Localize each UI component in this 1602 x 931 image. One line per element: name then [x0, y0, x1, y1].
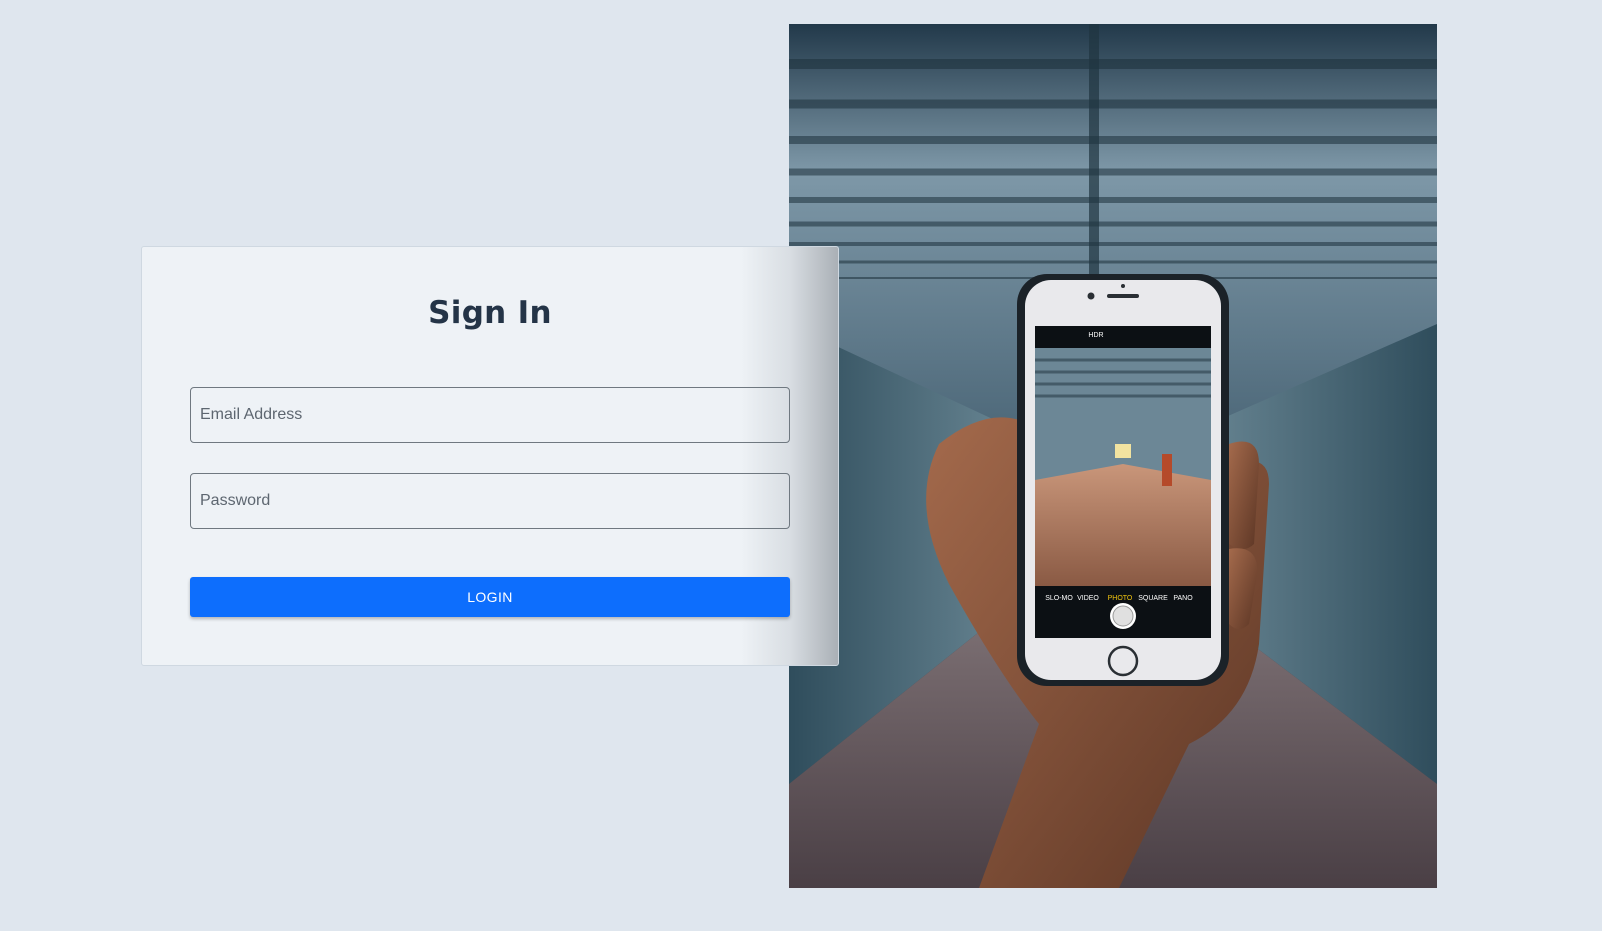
login-button[interactable]: LOGIN — [190, 577, 790, 617]
page-title: Sign In — [428, 295, 552, 331]
camera-mode-video: VIDEO — [1077, 595, 1099, 602]
hand-holding-phone-illustration: HDR SLO-MO VIDEO PHOTO SQUARE PANO — [789, 24, 1437, 888]
camera-hdr-label: HDR — [1088, 332, 1103, 339]
camera-mode-square: SQUARE — [1138, 595, 1168, 602]
hero-image: HDR SLO-MO VIDEO PHOTO SQUARE PANO — [789, 24, 1437, 888]
password-field[interactable] — [190, 473, 790, 529]
email-field[interactable] — [190, 387, 790, 443]
camera-mode-photo: PHOTO — [1108, 595, 1133, 602]
camera-mode-slomo: SLO-MO — [1045, 595, 1073, 602]
camera-mode-pano: PANO — [1173, 595, 1193, 602]
login-card: Sign In LOGIN — [141, 246, 839, 666]
